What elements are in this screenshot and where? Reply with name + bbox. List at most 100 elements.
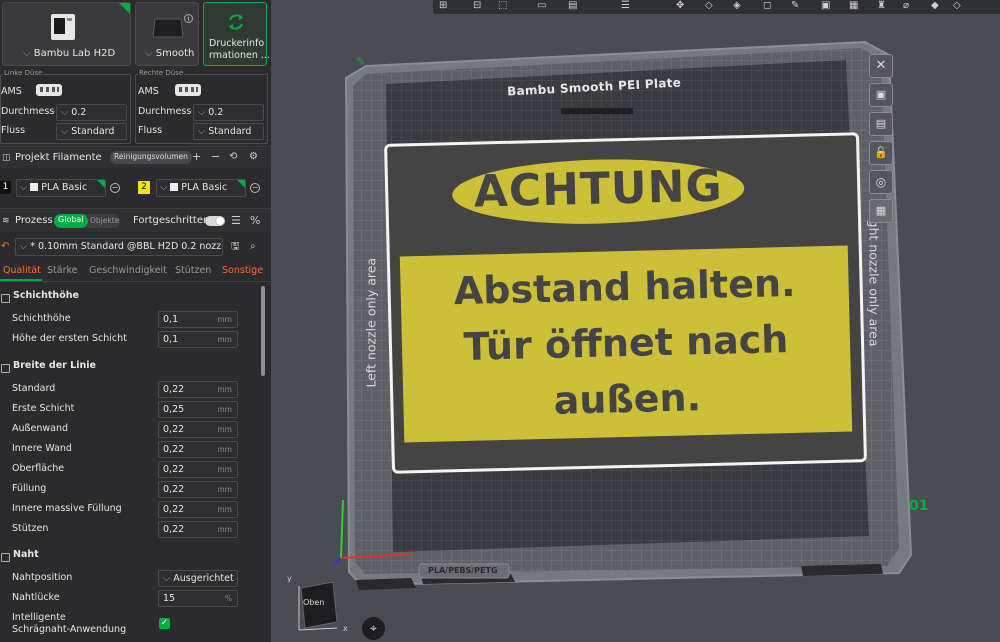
right-flow-label: Fluss — [138, 125, 163, 136]
printer-info-button[interactable]: Druckerinfo rmationen ... — [203, 2, 270, 66]
setting-row: Intelligente Schrägnaht-Anwendung ✓ — [0, 609, 258, 639]
add-icon[interactable]: + — [192, 151, 201, 163]
ams-icon — [175, 84, 201, 96]
setting-label: Nahtlücke — [12, 592, 60, 603]
setting-label: Erste Schicht — [12, 403, 75, 414]
printer-info-label: Druckerinfo rmationen ... — [209, 38, 270, 61]
remove-icon[interactable]: − — [211, 151, 220, 163]
printer-card[interactable]: ⌵ Bambu Lab H2D — [2, 2, 131, 66]
filament-icon: ◫ — [2, 153, 11, 163]
global-option[interactable]: Global — [54, 214, 88, 228]
scarf-seam-checkbox[interactable]: ✓ — [159, 618, 170, 629]
left-diameter-label: Durchmesser — [1, 106, 55, 117]
percent-icon[interactable]: % — [250, 215, 260, 227]
active-tab-underline — [0, 279, 42, 281]
sign-line-3: außen. — [553, 375, 702, 423]
section-title: Breite der Linie — [13, 360, 96, 371]
filament-item[interactable]: 1 ⌵ PLA Basic − — [0, 178, 135, 198]
tab-speed[interactable]: Geschwindigkeit — [89, 265, 167, 276]
right-ams-label: AMS — [138, 86, 159, 97]
view-cube[interactable]: Oben y x — [287, 574, 348, 633]
tab-quality[interactable]: Qualität — [3, 265, 41, 276]
section-layer-height[interactable]: Schichthöhe — [0, 290, 258, 310]
left-diameter-select[interactable]: ⌵ 0.2 — [56, 104, 127, 121]
right-area-label: Right nozzle only area — [866, 207, 882, 347]
setting-input[interactable]: 0,25 mm — [158, 401, 238, 418]
reset-icon[interactable]: ↶ — [1, 241, 9, 253]
save-icon[interactable]: 🖫 — [231, 241, 240, 253]
printer-icon — [51, 14, 75, 40]
setting-input[interactable]: 0,22 mm — [158, 481, 238, 498]
left-nozzle-title: Linke Düse — [3, 69, 44, 77]
setting-input[interactable]: 0,22 mm — [158, 461, 238, 478]
remove-filament-icon[interactable]: − — [110, 183, 120, 193]
setting-input[interactable]: 0,1 mm — [158, 311, 238, 328]
purge-volume-button[interactable]: Reinigungsvolumen — [110, 151, 192, 164]
settings-icon[interactable]: ⚙ — [249, 151, 258, 163]
setting-input[interactable]: 0,22 mm — [158, 421, 238, 438]
filament-map-icon[interactable]: ▦ — [869, 199, 893, 223]
app-window: ⌵ Bambu Lab H2D i ⌵ Smooth Druckerinfo rm… — [0, 0, 1000, 642]
3d-viewport[interactable]: ⊞ ⊟ ⬚ ▭ ▤ ☰ ✥ ◇ ◈ ◻ ✎ ▣ ▦ ♜ ⌀ ◆ ◇ Bambu … — [271, 0, 1000, 642]
fit-view-button[interactable]: ⌖ — [362, 617, 385, 640]
setting-input[interactable]: 0,22 mm — [158, 441, 238, 458]
section-seam[interactable]: Naht — [0, 549, 258, 569]
setting-label: Schichthöhe — [12, 313, 71, 324]
plate-type-card[interactable]: i ⌵ Smooth — [135, 2, 199, 66]
setting-label: Intelligente Schrägnaht-Anwendung — [12, 612, 127, 635]
remove-filament-icon[interactable]: − — [250, 183, 260, 193]
setting-label: Füllung — [12, 483, 47, 494]
filament-select[interactable]: ⌵ PLA Basic — [16, 179, 106, 197]
filament-color-icon — [30, 183, 39, 191]
section-line-width[interactable]: Breite der Linie — [0, 360, 258, 380]
sync-filament-icon[interactable]: ⟲ — [229, 151, 237, 163]
filament-select[interactable]: ⌵ PLA Basic — [156, 179, 246, 197]
scope-toggle[interactable]: Global Objekte — [54, 214, 120, 228]
setting-label: Standard — [12, 383, 56, 394]
left-flow-select[interactable]: ⌵ Standard — [56, 123, 127, 140]
filaments-title: Projekt Filamente — [15, 152, 102, 163]
tab-strength[interactable]: Stärke — [47, 265, 78, 276]
setting-row: Nahtlücke 15% — [0, 589, 258, 609]
plate-settings-icon[interactable]: ◎ — [869, 170, 893, 194]
right-nozzle-title: Rechte Düse — [138, 69, 185, 77]
auto-orient-icon[interactable]: ▣ — [869, 83, 893, 107]
tab-support[interactable]: Stützen — [175, 265, 211, 276]
right-flow-select[interactable]: ⌵ Standard — [193, 123, 264, 140]
sign-line-2: Tür öffnet nach — [463, 317, 789, 369]
advanced-toggle[interactable] — [205, 216, 225, 226]
info-icon[interactable]: i — [184, 14, 193, 23]
lock-icon[interactable]: 🔓 — [869, 141, 893, 165]
ams-icon — [36, 84, 62, 96]
plate-icon — [152, 18, 184, 38]
setting-input[interactable]: 0,22 mm — [158, 521, 238, 538]
right-nozzle-box: Rechte Düse AMS Durchmesser ⌵ 0.2 Fluss … — [135, 69, 268, 144]
filament-number: 2 — [138, 181, 150, 194]
setting-label: Stützen — [12, 523, 49, 534]
right-diameter-label: Durchmesser — [138, 106, 192, 117]
process-preset-select[interactable]: ⌵ * 0.10mm Standard @BBL H2D 0.2 nozz... — [15, 238, 223, 256]
setting-input[interactable]: 0,22 mm — [158, 381, 238, 398]
tab-others[interactable]: Sonstige — [222, 265, 263, 276]
setting-input[interactable]: 0,22 mm — [158, 501, 238, 518]
settings-scrollbar[interactable] — [261, 286, 265, 376]
warning-sign-model[interactable]: ACHTUNG Abstand halten. Tür öffnet nach … — [384, 132, 867, 474]
setting-input[interactable]: 0,1 mm — [158, 331, 238, 348]
arrange-plate-icon[interactable]: ▤ — [869, 112, 893, 136]
setting-row: Erste Schicht 0,25 mm — [0, 400, 258, 420]
layer-height-icon — [1, 294, 10, 303]
seam-icon — [1, 553, 10, 562]
search-icon[interactable]: ⌕ — [250, 241, 256, 253]
printer-name: ⌵ Bambu Lab H2D — [23, 48, 116, 59]
filament-item[interactable]: 2 ⌵ PLA Basic − — [137, 178, 271, 198]
right-diameter-select[interactable]: ⌵ 0.2 — [193, 104, 264, 121]
seam-gap-input[interactable]: 15% — [158, 590, 238, 607]
list-icon[interactable]: ☰ — [231, 215, 241, 227]
setting-row: Außenwand 0,22 mm — [0, 420, 258, 440]
close-plate-icon[interactable]: ✕ — [869, 54, 893, 78]
seam-position-select[interactable]: ⌵ Ausgerichtet — [158, 570, 238, 587]
setting-label: Außenwand — [12, 423, 69, 434]
sync-icon — [229, 14, 243, 30]
objects-option[interactable]: Objekte — [90, 216, 119, 225]
edit-plate-icon[interactable]: ✎ — [356, 55, 365, 68]
